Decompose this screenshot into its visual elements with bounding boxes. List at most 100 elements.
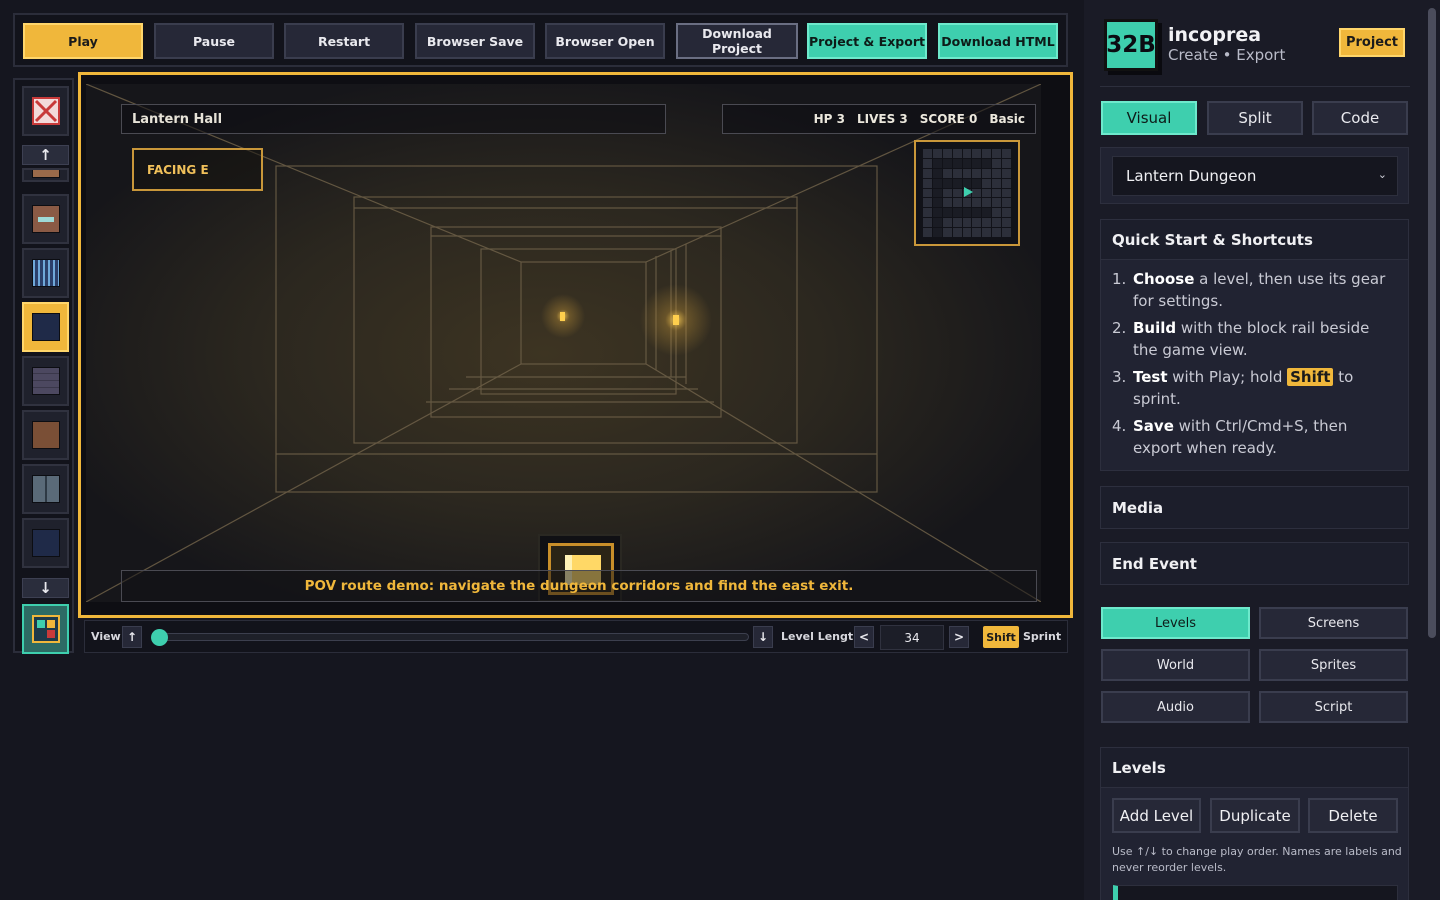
minimap-cell	[992, 178, 1002, 188]
quick-start-steps: 1. Choose a level, then use its gear for…	[1101, 260, 1408, 459]
minimap-cell	[923, 168, 932, 178]
quick-start-title: Quick Start & Shortcuts	[1101, 220, 1408, 260]
app-logo: 32B	[1104, 19, 1158, 71]
pause-button[interactable]: Pause	[154, 23, 274, 59]
browser-save-button[interactable]: Browser Save	[415, 23, 535, 59]
minimap-cell	[952, 228, 962, 237]
difficulty-stat: Basic	[989, 112, 1025, 126]
erase-tile[interactable]	[22, 86, 69, 136]
end-event-panel[interactable]: End Event	[1100, 542, 1409, 585]
download-html-button[interactable]: Download HTML	[938, 23, 1058, 59]
shift-key-badge: Shift	[1287, 368, 1334, 386]
sidebar-scrollbar[interactable]	[1428, 8, 1436, 638]
map-tile[interactable]	[22, 604, 69, 654]
minimap-cell	[923, 158, 932, 168]
level-length-input[interactable]: 34	[880, 625, 944, 650]
brick-tile[interactable]	[22, 168, 69, 182]
project-export-button[interactable]: Project & Export	[807, 23, 927, 59]
minimap-cell	[932, 228, 942, 237]
minimap-cell	[962, 218, 972, 228]
tab-sprites[interactable]: Sprites	[1259, 649, 1408, 681]
levels-title: Levels	[1101, 748, 1408, 788]
play-button[interactable]: Play	[23, 23, 143, 59]
minimap-cell	[923, 218, 932, 228]
tab-world[interactable]: World	[1101, 649, 1250, 681]
door-tile[interactable]	[22, 194, 69, 244]
minimap-cell	[982, 228, 992, 237]
minimap-cell	[1002, 168, 1011, 178]
media-panel[interactable]: Media	[1100, 486, 1409, 529]
stone-wall-tile[interactable]	[22, 356, 69, 406]
main-toolbar: Play Pause Restart Browser Save Browser …	[13, 13, 1068, 67]
erase-icon	[31, 97, 60, 125]
tab-audio[interactable]: Audio	[1101, 691, 1250, 723]
dirt-swatch	[31, 421, 60, 449]
brand-header: 32B incoprea Create • Export Project	[1100, 15, 1410, 85]
minimap-cell	[923, 228, 932, 237]
browser-open-button[interactable]: Browser Open	[545, 23, 665, 59]
minimap-cell	[992, 228, 1002, 237]
player-stats: HP 3 LIVES 3 SCORE 0 Basic	[722, 104, 1036, 134]
view-down-button[interactable]: ↓	[753, 626, 773, 648]
floor-tile[interactable]	[22, 302, 69, 352]
lives-stat: LIVES 3	[856, 112, 908, 126]
minimap-cell	[972, 158, 982, 168]
minimap-cell	[982, 158, 992, 168]
media-title: Media	[1101, 487, 1408, 528]
mode-code-button[interactable]: Code	[1312, 101, 1408, 135]
step-number: 2.	[1112, 319, 1127, 337]
step-number: 4.	[1112, 417, 1127, 435]
rail-scroll-down-button[interactable]: ↓	[22, 578, 69, 598]
player-arrow-icon	[964, 187, 973, 197]
game-select[interactable]: Lantern Dungeon ⌄	[1112, 156, 1398, 196]
project-button[interactable]: Project	[1339, 28, 1405, 57]
minimap-cell	[972, 168, 982, 178]
mode-split-button[interactable]: Split	[1207, 101, 1303, 135]
minimap-cell	[952, 168, 962, 178]
minimap-cell	[1002, 228, 1011, 237]
minimap-cell	[992, 218, 1002, 228]
view-slider-knob[interactable]	[151, 629, 168, 646]
minimap-cell	[1002, 198, 1011, 208]
dark-floor-swatch	[31, 529, 60, 557]
minimap-cell	[1002, 158, 1011, 168]
minimap-cell	[1002, 149, 1011, 158]
level-length-increment[interactable]: >	[949, 626, 969, 648]
tab-screens[interactable]: Screens	[1259, 607, 1408, 639]
stone-wall-swatch	[31, 367, 60, 395]
game-view-frame: Lantern Hall HP 3 LIVES 3 SCORE 0 Basic …	[78, 72, 1073, 618]
view-slider-track[interactable]	[157, 633, 749, 641]
duplicate-level-button[interactable]: Duplicate	[1210, 798, 1300, 833]
minimap-cell	[942, 178, 952, 188]
minimap-cell	[923, 208, 932, 218]
level-length-label: Level Length	[781, 630, 861, 643]
minimap-cell	[982, 198, 992, 208]
minimap-cell	[942, 188, 952, 198]
dark-floor-tile[interactable]	[22, 518, 69, 568]
restart-button[interactable]: Restart	[284, 23, 404, 59]
view-up-button[interactable]: ↑	[122, 626, 142, 648]
game-viewport[interactable]: Lantern Hall HP 3 LIVES 3 SCORE 0 Basic …	[86, 84, 1041, 602]
add-level-button[interactable]: Add Level	[1112, 798, 1201, 833]
tab-script[interactable]: Script	[1259, 691, 1408, 723]
gate-tile[interactable]	[22, 248, 69, 298]
mode-visual-button[interactable]: Visual	[1101, 101, 1197, 135]
minimap-cell	[962, 149, 972, 158]
minimap-cell	[962, 158, 972, 168]
quick-start-step: 3. Test with Play; hold Shift to sprint.	[1112, 366, 1396, 410]
step-text: with Play; hold	[1167, 368, 1288, 386]
rail-scroll-up-button[interactable]: ↑	[22, 145, 69, 165]
minimap-cell	[952, 158, 962, 168]
tab-levels[interactable]: Levels	[1101, 607, 1250, 639]
section-tabs: Levels Screens World Sprites Audio Scrip…	[1100, 599, 1409, 732]
slate-tile[interactable]	[22, 464, 69, 514]
level-length-decrement[interactable]: <	[854, 626, 874, 648]
minimap-cell	[972, 178, 982, 188]
delete-level-button[interactable]: Delete	[1308, 798, 1398, 833]
step-action: Build	[1133, 319, 1177, 337]
minimap-cell	[992, 158, 1002, 168]
level-list-item[interactable]	[1113, 885, 1398, 900]
minimap-cell	[972, 198, 982, 208]
download-project-button[interactable]: Download Project	[676, 23, 798, 59]
dirt-tile[interactable]	[22, 410, 69, 460]
